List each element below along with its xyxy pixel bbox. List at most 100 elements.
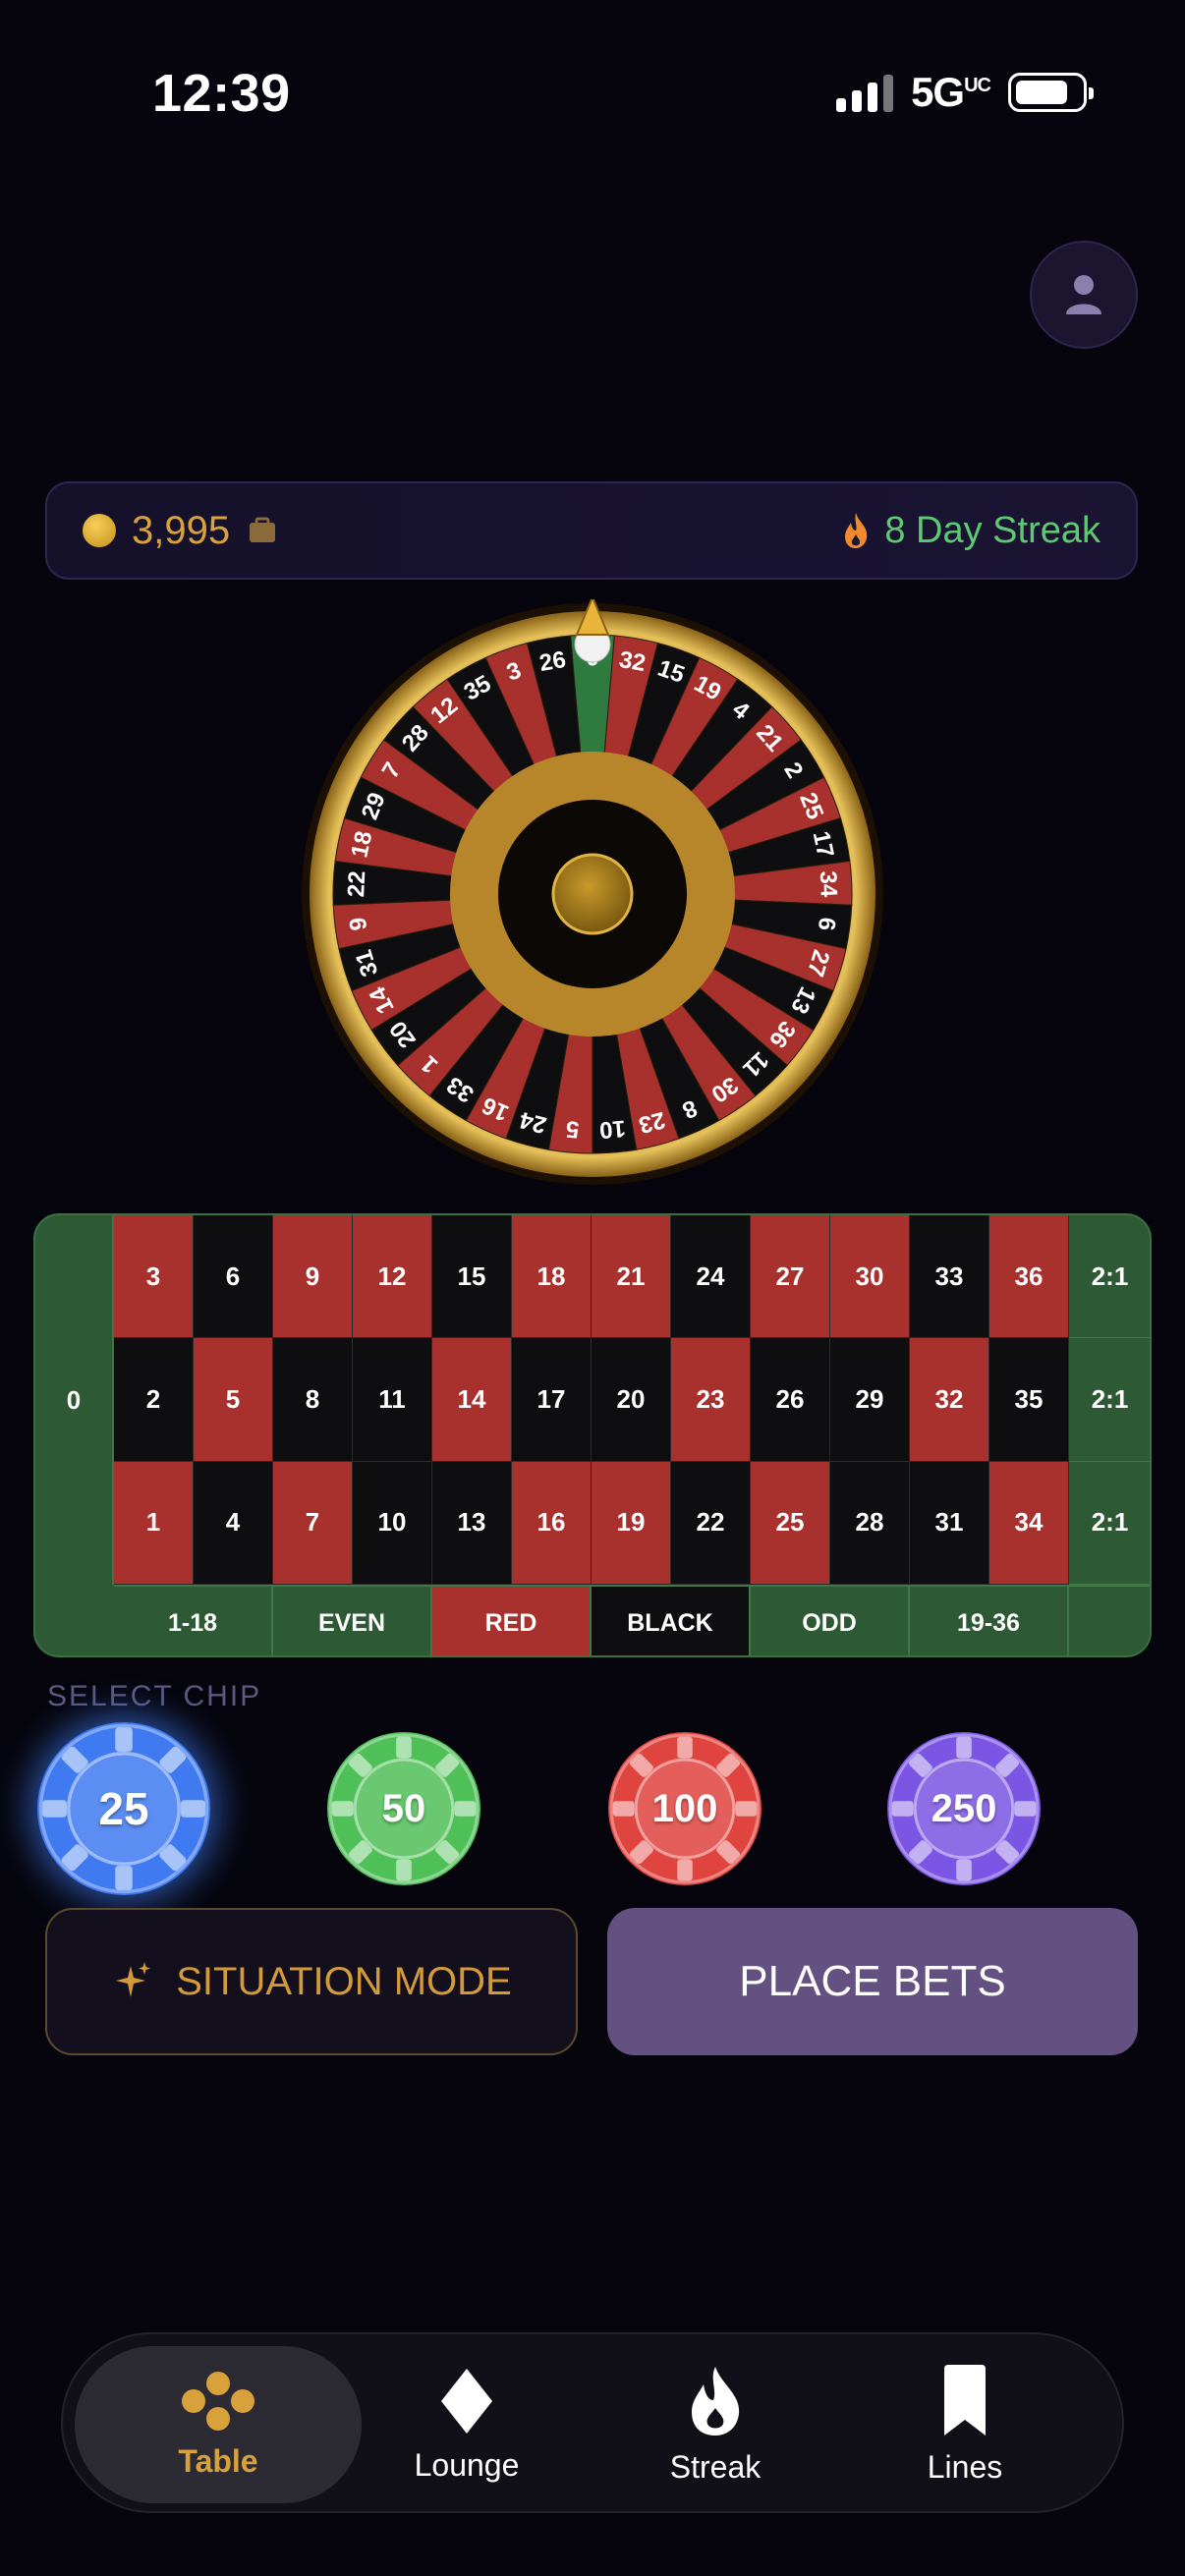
bet-cell[interactable]: 29 (830, 1338, 910, 1462)
status-time: 12:39 (152, 64, 291, 123)
bet-cell[interactable]: 9 (273, 1215, 353, 1339)
chip-section-label: SELECT CHIP (47, 1680, 262, 1712)
bet-cell[interactable]: 3 (114, 1215, 194, 1339)
bet-cell[interactable]: 16 (512, 1461, 592, 1585)
betting-table: 0 3 6 9 12 15 18 21 24 27 30 33 36 2:1 2 5 8 11 14 17 20 23 2… (33, 1213, 1152, 1657)
bet-cell[interactable]: 10 (353, 1461, 432, 1585)
flame-icon (845, 513, 868, 548)
bet-cell[interactable]: 17 (512, 1338, 592, 1462)
bet-cell[interactable]: 5 (194, 1338, 273, 1462)
tab-label: Lounge (414, 2446, 520, 2483)
chip-value: 25 (98, 1783, 149, 1834)
bet-cell[interactable]: 26 (751, 1338, 830, 1462)
bet-cell[interactable]: 23 (671, 1338, 751, 1462)
column-bet[interactable]: 2:1 (1069, 1461, 1150, 1585)
outside-spacer (1069, 1587, 1150, 1655)
tab-label: Streak (669, 2448, 762, 2485)
bet-cell[interactable]: 25 (751, 1461, 830, 1585)
wheel-number: 32 (617, 646, 648, 677)
tab-bar: Table Lounge Streak Lines (61, 2332, 1124, 2513)
column-bet[interactable]: 2:1 (1069, 1215, 1150, 1339)
chip-25[interactable]: 25 (37, 1722, 210, 1895)
person-icon (1066, 275, 1101, 314)
roulette-wheel[interactable]: 0321519421225173462713361130823105241633… (298, 594, 887, 1189)
place-bets-label: PLACE BETS (739, 1957, 1006, 2005)
bet-cell[interactable]: 11 (353, 1338, 432, 1462)
chip-50[interactable]: 50 (327, 1732, 480, 1885)
bet-cell[interactable]: 24 (671, 1215, 751, 1339)
bet-cell[interactable]: 21 (592, 1215, 671, 1339)
tab-lines[interactable]: Lines (821, 2346, 1108, 2503)
streak-label: 8 Day Streak (884, 509, 1100, 551)
wheel-hub (551, 853, 634, 935)
bet-cell[interactable]: 1 (114, 1461, 194, 1585)
situation-mode-button[interactable]: SITUATION MODE (45, 1908, 578, 2055)
bet-cell[interactable]: 30 (830, 1215, 910, 1339)
bet-cell[interactable]: 32 (910, 1338, 989, 1462)
status-indicators: 5GUC (836, 69, 1094, 116)
bet-cell[interactable]: 18 (512, 1215, 592, 1339)
outside-bet[interactable]: EVEN (273, 1587, 432, 1655)
tab-label: Lines (927, 2448, 1003, 2485)
wheel-number: 17 (808, 829, 839, 861)
diamond-icon (441, 2368, 492, 2434)
bet-cell[interactable]: 27 (751, 1215, 830, 1339)
bet-cell[interactable]: 14 (432, 1338, 512, 1462)
bet-cell[interactable]: 7 (273, 1461, 353, 1585)
bet-cell[interactable]: 31 (910, 1461, 989, 1585)
chip-value: 100 (651, 1786, 718, 1830)
situation-mode-label: SITUATION MODE (176, 1959, 512, 2003)
bookmark-icon (944, 2364, 986, 2436)
tab-table[interactable]: Table (75, 2346, 362, 2503)
bet-cell[interactable]: 6 (194, 1215, 273, 1339)
outside-bets: 1-18 EVEN RED BLACK ODD 19-36 (114, 1585, 1150, 1655)
tab-lounge[interactable]: Lounge (323, 2346, 610, 2503)
bet-cell[interactable]: 8 (273, 1338, 353, 1462)
flame-icon (692, 2366, 740, 2436)
chip-250[interactable]: 250 (887, 1732, 1041, 1885)
bet-cell[interactable]: 28 (830, 1461, 910, 1585)
bet-cell[interactable]: 2 (114, 1338, 194, 1462)
coin-icon (83, 514, 116, 547)
streak-indicator[interactable]: 8 Day Streak (841, 510, 1100, 552)
wallet-icon[interactable] (248, 517, 277, 544)
wheel-number: 18 (346, 829, 377, 861)
chip-value: 50 (381, 1786, 426, 1830)
bet-cell[interactable]: 34 (989, 1461, 1069, 1585)
bet-cell[interactable]: 36 (989, 1215, 1069, 1339)
tab-streak[interactable]: Streak (572, 2346, 859, 2503)
battery-icon (1008, 73, 1094, 112)
wheel-number: 22 (343, 870, 370, 898)
bet-cell[interactable]: 13 (432, 1461, 512, 1585)
bet-cell[interactable]: 15 (432, 1215, 512, 1339)
network-type: 5GUC (911, 69, 991, 115)
wheel-number: 5 (565, 1115, 581, 1143)
bet-cell[interactable]: 20 (592, 1338, 671, 1462)
wheel-number: 10 (598, 1115, 627, 1144)
bet-cell[interactable]: 12 (353, 1215, 432, 1339)
chip-value: 250 (931, 1786, 997, 1830)
number-grid: 3 6 9 12 15 18 21 24 27 30 33 36 2:1 2 5 8 11 14 17 20 23 26 2… (114, 1215, 1150, 1585)
bet-cell[interactable]: 33 (910, 1215, 989, 1339)
outside-bet[interactable]: 19-36 (910, 1587, 1069, 1655)
outside-bet[interactable]: 1-18 (114, 1587, 273, 1655)
wheel-number: 26 (537, 646, 568, 677)
column-bet[interactable]: 2:1 (1069, 1338, 1150, 1462)
bet-cell[interactable]: 4 (194, 1461, 273, 1585)
bet-cell[interactable]: 35 (989, 1338, 1069, 1462)
sparkle-icon (116, 1962, 151, 1997)
chip-100[interactable]: 100 (608, 1732, 762, 1885)
tab-label: Table (178, 2442, 258, 2479)
profile-button[interactable] (1030, 241, 1138, 349)
outside-bet[interactable]: BLACK (592, 1587, 751, 1655)
outside-bet[interactable]: RED (432, 1587, 592, 1655)
bet-cell[interactable]: 19 (592, 1461, 671, 1585)
wheel-number: 34 (815, 870, 842, 898)
outside-bet[interactable]: ODD (751, 1587, 910, 1655)
signal-icon (836, 73, 894, 112)
balance-value: 3,995 (132, 508, 231, 552)
balance-bar: 3,995 8 Day Streak (45, 481, 1138, 580)
bet-cell-zero[interactable]: 0 (35, 1215, 114, 1585)
bet-cell[interactable]: 22 (671, 1461, 751, 1585)
place-bets-button[interactable]: PLACE BETS (607, 1908, 1138, 2055)
